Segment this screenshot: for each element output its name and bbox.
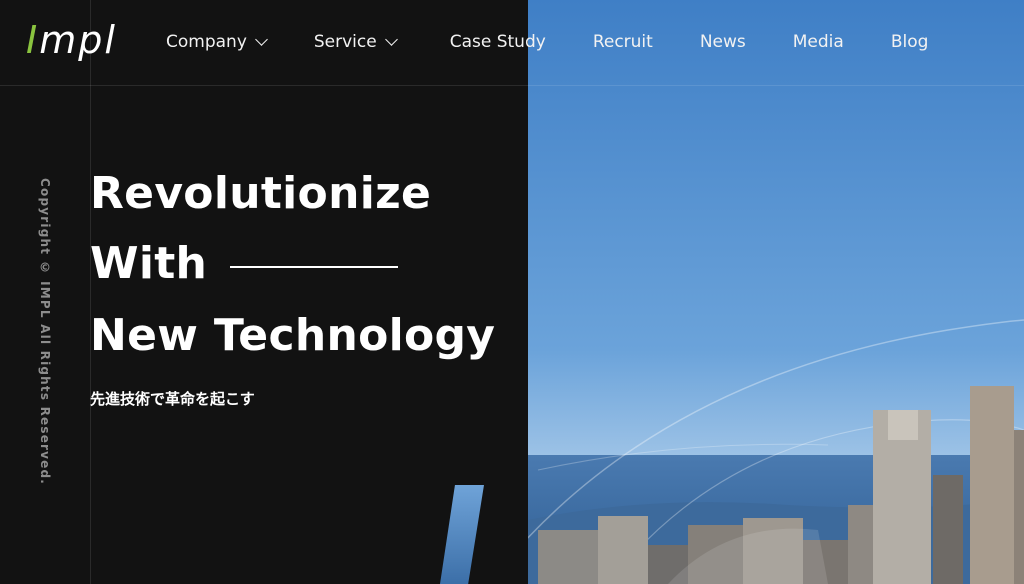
chevron-down-icon xyxy=(384,33,398,46)
nav-item-company[interactable]: Company xyxy=(166,32,268,52)
header-divider xyxy=(0,85,1024,86)
nav-item-service[interactable]: Service xyxy=(313,32,398,52)
hero-headline-line-2: With xyxy=(90,238,208,289)
hero-headline-line-3: New Technology xyxy=(90,310,496,361)
logo-accent: I xyxy=(26,18,40,62)
nav-item-label: Case Study xyxy=(449,32,546,52)
headline-dash xyxy=(230,266,398,268)
nav-item-news[interactable]: News xyxy=(700,32,746,52)
chevron-down-icon xyxy=(255,33,268,46)
nav-item-label: Service xyxy=(313,32,377,52)
nav-item-label: Blog xyxy=(890,32,929,52)
site-header: Impl Company Service Case Study Recruit … xyxy=(0,0,1024,85)
impl-logo[interactable]: Impl xyxy=(26,16,117,64)
nav-item-recruit[interactable]: Recruit xyxy=(593,32,653,52)
hero-headline-line-1: Revolutionize xyxy=(90,168,432,219)
hero-subtitle: 先進技術で革命を起こす xyxy=(90,390,255,408)
nav-item-blog[interactable]: Blog xyxy=(891,32,929,52)
copyright-text: Copyright © IMPL All Rights Reserved. xyxy=(38,178,52,486)
main-nav: Company Service Case Study Recruit News … xyxy=(150,26,928,58)
city-skyline-image xyxy=(528,0,1024,584)
nav-item-label: News xyxy=(699,32,746,52)
nav-item-media[interactable]: Media xyxy=(793,32,844,52)
nav-item-label: Recruit xyxy=(592,32,653,52)
logo-text: mpl xyxy=(39,18,117,62)
nav-item-label: Media xyxy=(792,32,844,52)
vertical-divider xyxy=(90,0,91,584)
left-panel xyxy=(0,0,528,584)
nav-item-case-study[interactable]: Case Study xyxy=(450,32,546,52)
nav-item-label: Company xyxy=(166,32,247,52)
